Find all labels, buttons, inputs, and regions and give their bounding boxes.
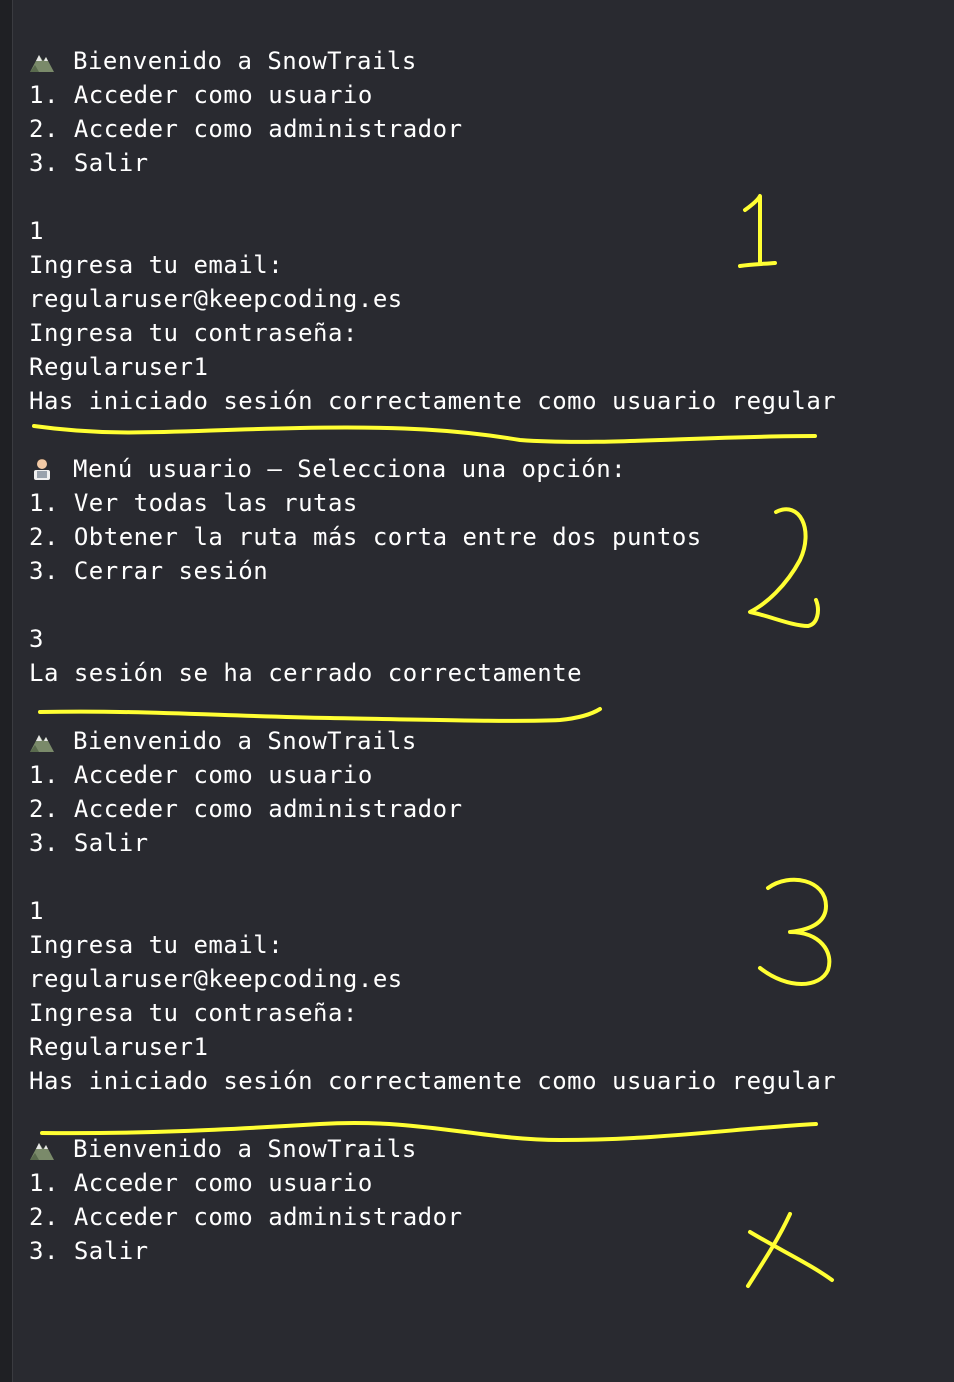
console-line-text: Regularuser1 [29, 353, 209, 381]
mountain-icon [29, 1136, 55, 1160]
console-line-text: 2. Acceder como administrador [29, 115, 463, 143]
console-line: 1 [29, 214, 836, 248]
console-line: Bienvenido a SnowTrails [29, 1132, 836, 1166]
console-line-text: Menú usuario – Selecciona una opción: [73, 455, 627, 483]
console-line-text: Has iniciado sesión correctamente como u… [29, 1067, 837, 1095]
console-line-text: regularuser@keepcoding.es [29, 965, 403, 993]
console-line-text: 3 [29, 625, 44, 653]
console-line-text: 1. Acceder como usuario [29, 761, 373, 789]
console-line-text: Ingresa tu email: [29, 931, 284, 959]
console-line-text: Bienvenido a SnowTrails [73, 1135, 417, 1163]
console-line: La sesión se ha cerrado correctamente [29, 656, 836, 690]
gutter [0, 0, 13, 1382]
console-line-text: regularuser@keepcoding.es [29, 285, 403, 313]
console-line: Ingresa tu email: [29, 248, 836, 282]
console-line: Has iniciado sesión correctamente como u… [29, 384, 836, 418]
console-line-text: 3. Cerrar sesión [29, 557, 269, 585]
console-line-text: 2. Obtener la ruta más corta entre dos p… [29, 523, 702, 551]
console-line: Bienvenido a SnowTrails [29, 724, 836, 758]
mountain-icon [29, 728, 55, 752]
console-line: 2. Acceder como administrador [29, 1200, 836, 1234]
console-line: 1. Acceder como usuario [29, 1166, 836, 1200]
console-line-text: La sesión se ha cerrado correctamente [29, 659, 583, 687]
console-line: 2. Acceder como administrador [29, 792, 836, 826]
console-line: regularuser@keepcoding.es [29, 282, 836, 316]
console-line: 1. Acceder como usuario [29, 78, 836, 112]
console-line: 3 [29, 622, 836, 656]
console-line-text: 1. Acceder como usuario [29, 81, 373, 109]
console-line: Bienvenido a SnowTrails [29, 44, 836, 78]
console-line-text: 1 [29, 217, 44, 245]
console-line: 3. Salir [29, 1234, 836, 1268]
console-line: 3. Salir [29, 146, 836, 180]
console-line-text: Bienvenido a SnowTrails [73, 727, 417, 755]
console-line-text: Bienvenido a SnowTrails [73, 47, 417, 75]
console-line: Regularuser1 [29, 1030, 836, 1064]
console-line-text: Ingresa tu contraseña: [29, 999, 358, 1027]
technologist-icon [29, 456, 55, 480]
console-line-text: Ingresa tu contraseña: [29, 319, 358, 347]
console-line-text: 1. Ver todas las rutas [29, 489, 358, 517]
console-line-text: 3. Salir [29, 1237, 149, 1265]
console-line: regularuser@keepcoding.es [29, 962, 836, 996]
console-line: 1 [29, 894, 836, 928]
console-line: Ingresa tu email: [29, 928, 836, 962]
console-line-text: 1 [29, 897, 44, 925]
console-line-text: 1. Acceder como usuario [29, 1169, 373, 1197]
console-line: Has iniciado sesión correctamente como u… [29, 1064, 836, 1098]
console-line-text: Ingresa tu email: [29, 251, 284, 279]
console-line-text: 3. Salir [29, 149, 149, 177]
console-line: Ingresa tu contraseña: [29, 996, 836, 1030]
console-output[interactable]: Bienvenido a SnowTrails 1. Acceder como u… [0, 0, 954, 1382]
console-line-text: Has iniciado sesión correctamente como u… [29, 387, 837, 415]
console-line: 2. Obtener la ruta más corta entre dos p… [29, 520, 836, 554]
console-lines: Bienvenido a SnowTrails 1. Acceder como u… [29, 44, 836, 1268]
console-line: 1. Acceder como usuario [29, 758, 836, 792]
console-line: 1. Ver todas las rutas [29, 486, 836, 520]
console-line: 2. Acceder como administrador [29, 112, 836, 146]
console-line: Regularuser1 [29, 350, 836, 384]
console-line-text: 2. Acceder como administrador [29, 795, 463, 823]
console-line: Menú usuario – Selecciona una opción: [29, 452, 836, 486]
console-line: 3. Cerrar sesión [29, 554, 836, 588]
mountain-icon [29, 48, 55, 72]
console-line: 3. Salir [29, 826, 836, 860]
console-line-text: 2. Acceder como administrador [29, 1203, 463, 1231]
console-line-text: Regularuser1 [29, 1033, 209, 1061]
console-line-text: 3. Salir [29, 829, 149, 857]
console-line: Ingresa tu contraseña: [29, 316, 836, 350]
